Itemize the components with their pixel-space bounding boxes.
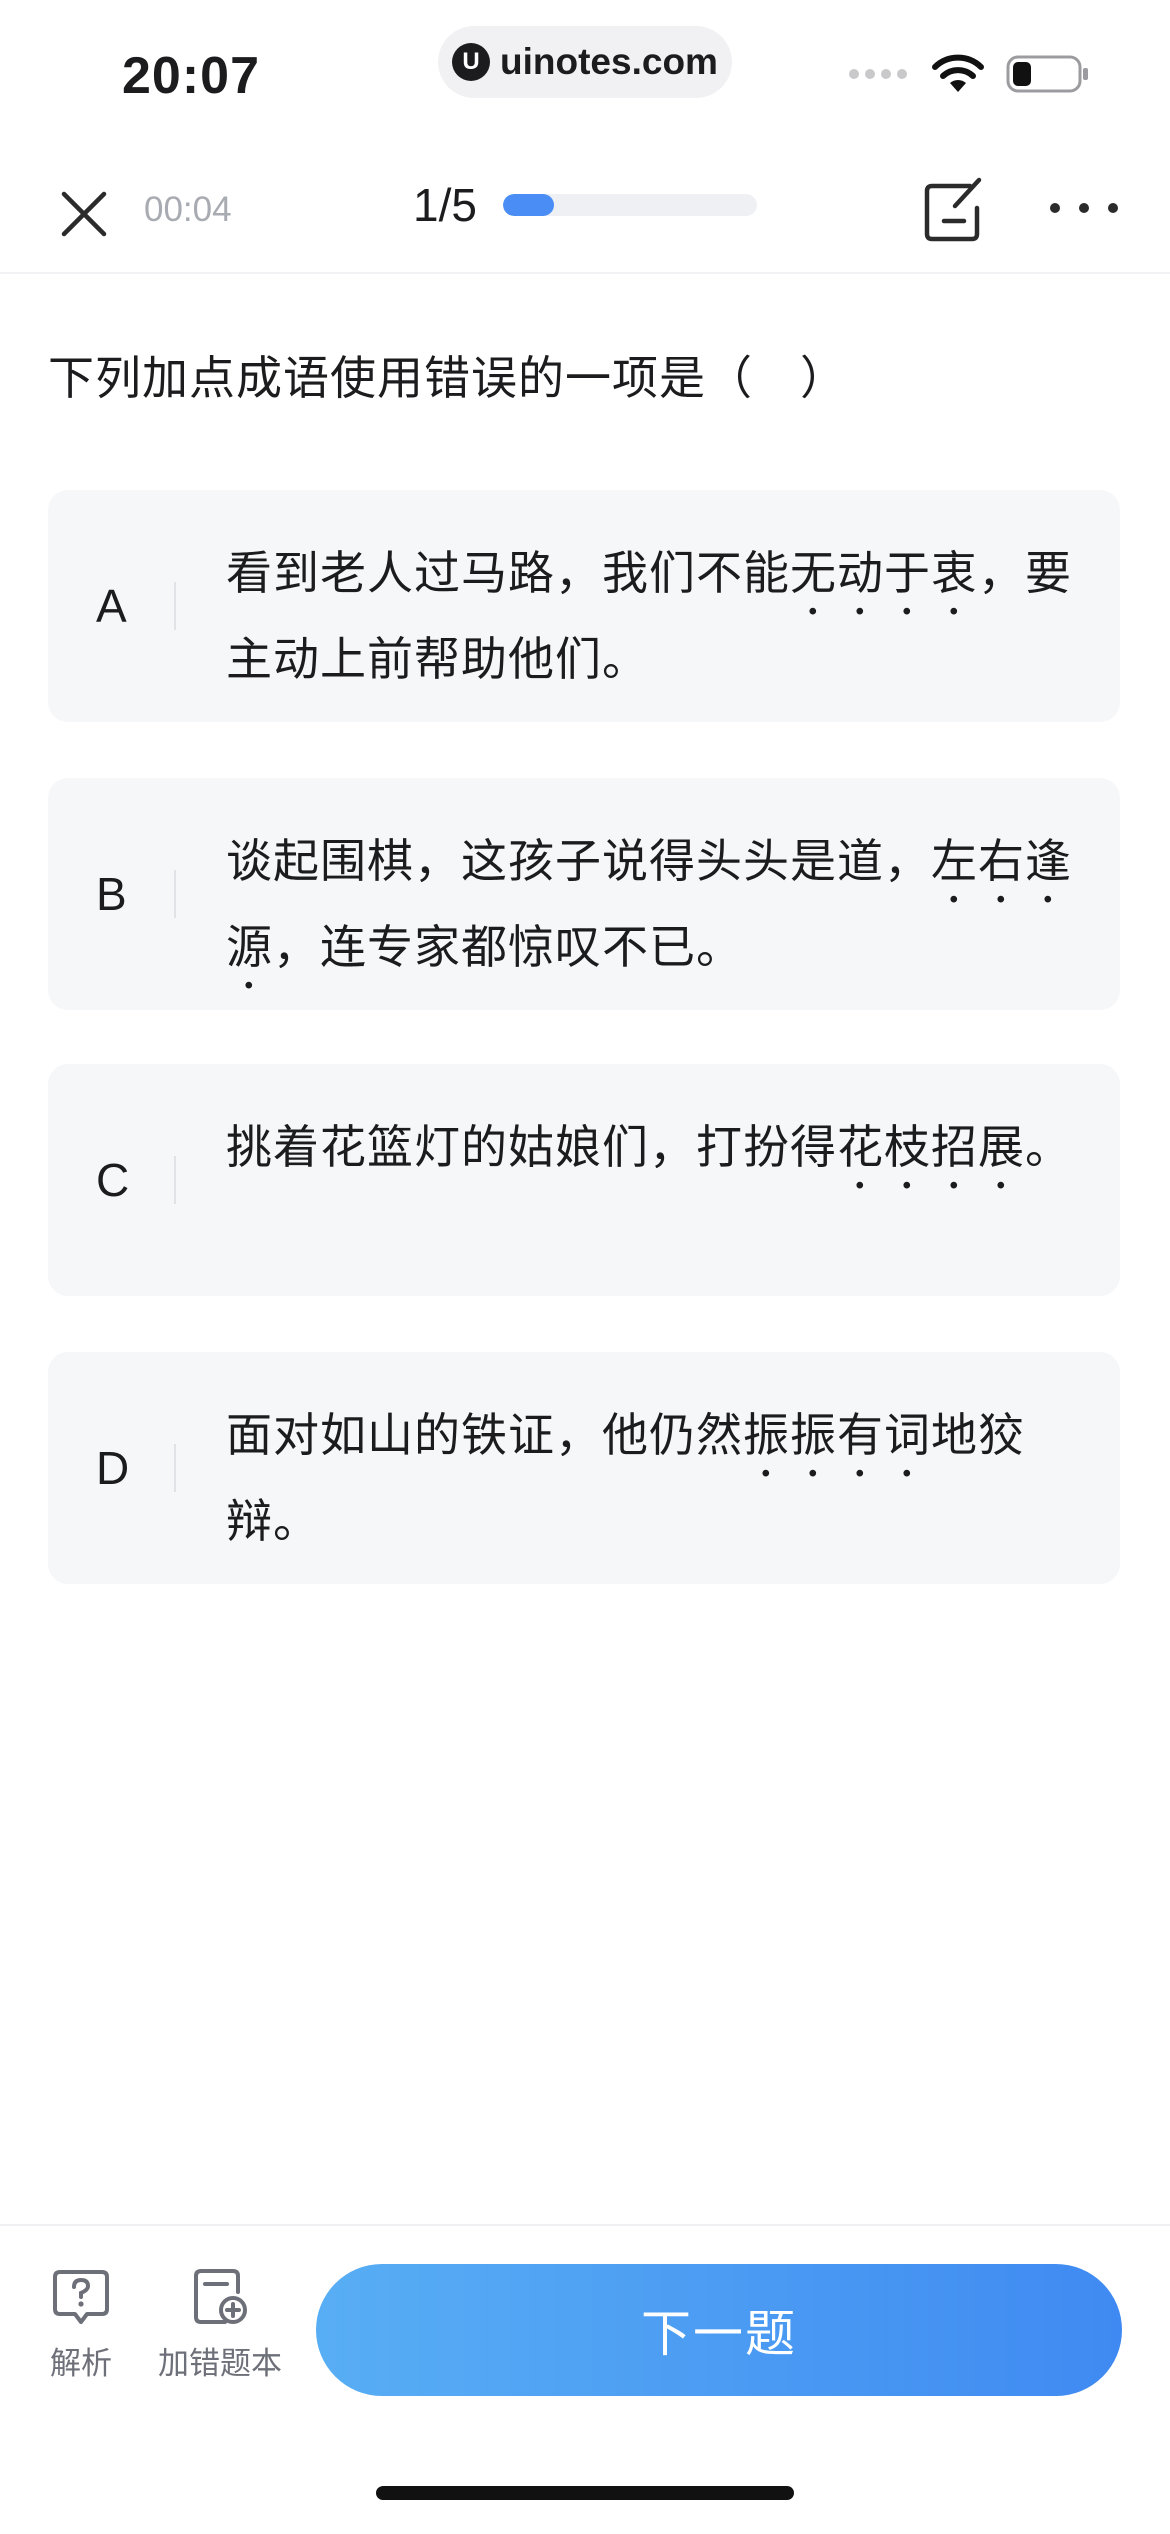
battery-icon: [1006, 55, 1088, 93]
question-text: 下列加点成语使用错误的一项是（ ）: [48, 351, 847, 405]
option-b[interactable]: B 谈起围棋，这孩子说得头头是道，左右逢源，连专家都惊叹不已。: [48, 778, 1120, 1010]
option-text-pre: 看到老人过马路，我们不能: [226, 546, 790, 600]
option-text: 挑着花篮灯的姑娘们，打扮得花枝招展。: [226, 1114, 1086, 1200]
quiz-header: 00:04 1/5: [0, 160, 1170, 274]
progress-bar-fill: [503, 194, 554, 216]
close-icon: [61, 191, 107, 237]
option-idiom: 无动于衷: [790, 546, 978, 600]
add-notebook-icon: [194, 2269, 247, 2324]
wifi-icon: [932, 54, 984, 92]
analysis-button[interactable]: 解析: [50, 2266, 112, 2383]
notes-button[interactable]: [922, 176, 986, 246]
option-text: 看到老人过马路，我们不能无动于衷，要主动上前帮助他们。: [226, 540, 1086, 692]
option-text: 面对如山的铁证，他仍然振振有词地狡辩。: [226, 1402, 1086, 1554]
add-wrong-book-label: 加错题本: [158, 2346, 282, 2382]
option-divider: [174, 870, 176, 918]
analysis-label: 解析: [50, 2346, 112, 2382]
option-letter: B: [96, 868, 127, 920]
signal-icon: [849, 69, 907, 79]
more-options-button[interactable]: [1050, 188, 1118, 228]
option-c[interactable]: C 挑着花篮灯的姑娘们，打扮得花枝招展。: [48, 1064, 1120, 1296]
status-icons: [848, 54, 1090, 94]
option-text-post: ，连专家都惊叹不已。: [273, 920, 743, 974]
url-pill: U uinotes.com: [438, 26, 732, 98]
option-d[interactable]: D 面对如山的铁证，他仍然振振有词地狡辩。: [48, 1352, 1120, 1584]
uinotes-logo-icon: U: [452, 43, 491, 81]
option-text-pre: 面对如山的铁证，他仍然: [226, 1408, 743, 1462]
elapsed-timer: 00:04: [144, 190, 232, 229]
option-letter: D: [96, 1442, 130, 1494]
option-letter: A: [96, 580, 127, 632]
progress-counter: 1/5: [413, 179, 477, 231]
option-idiom: 花枝招展: [837, 1120, 1025, 1174]
close-button[interactable]: [52, 182, 116, 246]
option-text-post: 。: [1025, 1120, 1072, 1174]
more-dot-icon: [1079, 203, 1089, 213]
option-idiom: 振振有词: [743, 1408, 931, 1462]
next-question-button[interactable]: 下一题: [316, 2264, 1122, 2396]
option-divider: [174, 1444, 176, 1492]
option-text-pre: 谈起围棋，这孩子说得头头是道，: [226, 834, 931, 888]
more-dot-icon: [1050, 203, 1060, 213]
option-text-pre: 挑着花篮灯的姑娘们，打扮得: [226, 1120, 837, 1174]
option-text: 谈起围棋，这孩子说得头头是道，左右逢源，连专家都惊叹不已。: [226, 828, 1086, 1000]
option-a[interactable]: A 看到老人过马路，我们不能无动于衷，要主动上前帮助他们。: [48, 490, 1120, 722]
option-letter: C: [96, 1154, 130, 1206]
edit-note-icon: [924, 177, 982, 242]
add-wrong-book-button[interactable]: 加错题本: [158, 2266, 282, 2383]
more-dot-icon: [1108, 203, 1118, 213]
question-bubble-icon: [53, 2270, 109, 2324]
progress-bar: [503, 194, 757, 216]
status-time: 20:07: [122, 47, 260, 105]
url-text: uinotes.com: [500, 41, 718, 82]
option-divider: [174, 1156, 176, 1204]
option-divider: [174, 582, 176, 630]
home-indicator: [376, 2486, 794, 2500]
